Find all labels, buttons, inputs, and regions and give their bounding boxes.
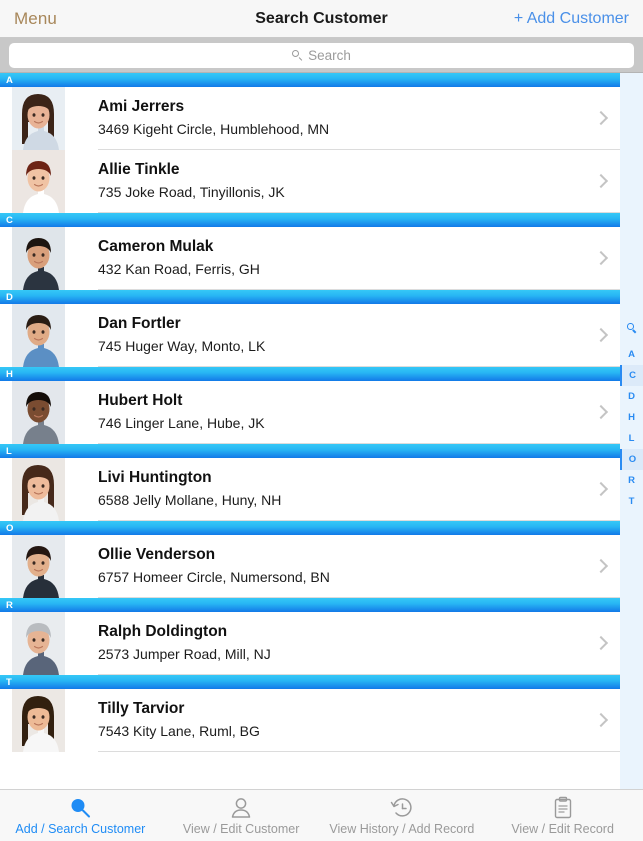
customer-row-body: Dan Fortler 745 Huger Way, Monto, LK <box>98 304 620 367</box>
avatar <box>12 150 65 213</box>
customer-address: 745 Huger Way, Monto, LK <box>98 338 266 354</box>
section-header: D <box>0 290 620 304</box>
index-letter-o[interactable]: O <box>620 449 643 470</box>
customer-row[interactable]: Dan Fortler 745 Huger Way, Monto, LK <box>0 304 620 367</box>
customer-row[interactable]: Tilly Tarvior 7543 Kity Lane, Ruml, BG <box>0 689 620 752</box>
avatar <box>12 381 65 444</box>
customer-address: 6588 Jelly Mollane, Huny, NH <box>98 492 282 508</box>
app-root: Menu Search Customer + Add Customer Sear… <box>0 0 643 841</box>
customer-row-body: Livi Huntington 6588 Jelly Mollane, Huny,… <box>98 458 620 521</box>
avatar <box>12 612 65 675</box>
customer-name: Ralph Doldington <box>98 623 228 640</box>
index-letter-h[interactable]: H <box>620 407 643 428</box>
customer-address: 7543 Kity Lane, Ruml, BG <box>98 723 260 739</box>
customer-row[interactable]: Ami Jerrers 3469 Kigeht Circle, Humblehoo… <box>0 87 620 150</box>
section-header: R <box>0 598 620 612</box>
customer-address: 3469 Kigeht Circle, Humblehood, MN <box>98 121 330 137</box>
index-letter-l[interactable]: L <box>620 428 643 449</box>
search-placeholder: Search <box>308 47 351 63</box>
customer-row-body: Ollie Venderson 6757 Homeer Circle, Numer… <box>98 535 620 598</box>
customer-row-body: Tilly Tarvior 7543 Kity Lane, Ruml, BG <box>98 689 620 752</box>
customer-name: Dan Fortler <box>98 315 181 332</box>
customer-row[interactable]: Hubert Holt 746 Linger Lane, Hube, JK <box>0 381 620 444</box>
section-header: H <box>0 367 620 381</box>
history-clock-icon <box>390 796 414 820</box>
customer-address: 432 Kan Road, Ferris, GH <box>98 261 260 277</box>
menu-button[interactable]: Menu <box>14 9 57 29</box>
customer-row-body: Ami Jerrers 3469 Kigeht Circle, Humblehoo… <box>98 87 620 150</box>
customer-list-area: A Ami Jerrers 3469 Kigeht Circle, Humbleho… <box>0 73 643 789</box>
customer-row[interactable]: Allie Tinkle 735 Joke Road, Tinyillonis, … <box>0 150 620 213</box>
section-header: A <box>0 73 620 87</box>
avatar <box>12 304 65 367</box>
customer-name: Livi Huntington <box>98 469 212 486</box>
tab-view-edit-record[interactable]: View / Edit Record <box>482 790 643 841</box>
search-icon <box>292 49 303 61</box>
customer-address: 746 Linger Lane, Hube, JK <box>98 415 265 431</box>
customer-row-body: Hubert Holt 746 Linger Lane, Hube, JK <box>98 381 620 444</box>
tab-label: View History / Add Record <box>329 821 475 836</box>
add-customer-button[interactable]: + Add Customer <box>514 10 629 28</box>
avatar <box>12 87 65 150</box>
customer-row[interactable]: Ollie Venderson 6757 Homeer Circle, Numer… <box>0 535 620 598</box>
tab-label: View / Edit Customer <box>182 821 300 836</box>
search-icon[interactable] <box>627 323 636 332</box>
tab-view-edit-customer[interactable]: View / Edit Customer <box>161 790 322 841</box>
section-header: L <box>0 444 620 458</box>
customer-row-body: Ralph Doldington 2573 Jumper Road, Mill, … <box>98 612 620 675</box>
index-letter-a[interactable]: A <box>620 344 643 365</box>
person-icon <box>229 796 253 820</box>
customer-address: 6757 Homeer Circle, Numersond, BN <box>98 569 330 585</box>
tab-view-history-add-record[interactable]: View History / Add Record <box>322 790 483 841</box>
top-navigation-bar: Menu Search Customer + Add Customer <box>0 0 643 38</box>
section-header: T <box>0 675 620 689</box>
customer-address: 2573 Jumper Road, Mill, NJ <box>98 646 271 662</box>
avatar <box>12 458 65 521</box>
search-icon <box>68 796 92 820</box>
avatar <box>12 689 65 752</box>
search-bar-container: Search <box>0 38 643 73</box>
tab-add-search-customer[interactable]: Add / Search Customer <box>0 790 161 841</box>
customer-name: Ami Jerrers <box>98 98 185 115</box>
customer-row-body: Cameron Mulak 432 Kan Road, Ferris, GH <box>98 227 620 290</box>
customer-name: Allie Tinkle <box>98 161 180 178</box>
customer-row[interactable]: Livi Huntington 6588 Jelly Mollane, Huny,… <box>0 458 620 521</box>
customer-row-body: Allie Tinkle 735 Joke Road, Tinyillonis, … <box>98 150 620 213</box>
avatar <box>12 535 65 598</box>
customer-name: Hubert Holt <box>98 392 183 409</box>
customer-name: Tilly Tarvior <box>98 700 185 717</box>
customer-list[interactable]: A Ami Jerrers 3469 Kigeht Circle, Humbleho… <box>0 73 620 789</box>
search-input[interactable]: Search <box>9 42 634 68</box>
alphabet-index[interactable]: ACDHLORT <box>620 73 643 789</box>
index-letter-t[interactable]: T <box>620 491 643 512</box>
customer-name: Ollie Venderson <box>98 546 216 563</box>
section-header: O <box>0 521 620 535</box>
index-letter-d[interactable]: D <box>620 386 643 407</box>
customer-row[interactable]: Ralph Doldington 2573 Jumper Road, Mill, … <box>0 612 620 675</box>
tab-label: Add / Search Customer <box>15 821 146 836</box>
clipboard-icon <box>551 796 575 820</box>
section-header: C <box>0 213 620 227</box>
bottom-tab-bar: Add / Search Customer View / Edit Custome… <box>0 789 643 841</box>
customer-address: 735 Joke Road, Tinyillonis, JK <box>98 184 285 200</box>
tab-label: View / Edit Record <box>511 821 614 836</box>
index-letter-c[interactable]: C <box>620 365 643 386</box>
index-letter-r[interactable]: R <box>620 470 643 491</box>
avatar <box>12 227 65 290</box>
customer-row[interactable]: Cameron Mulak 432 Kan Road, Ferris, GH <box>0 227 620 290</box>
customer-name: Cameron Mulak <box>98 238 214 255</box>
